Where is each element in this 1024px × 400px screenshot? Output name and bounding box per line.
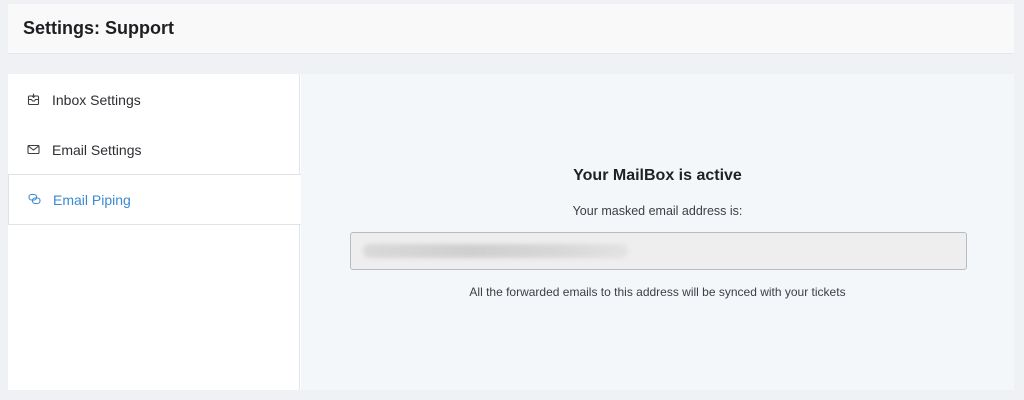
inbox-icon — [27, 93, 40, 106]
chat-bubbles-icon — [28, 193, 41, 206]
masked-email-value — [363, 244, 628, 258]
sync-note: All the forwarded emails to this address… — [469, 285, 846, 299]
sidebar-item-label: Email Piping — [53, 191, 131, 208]
envelope-icon — [27, 143, 40, 156]
sidebar-item-label: Inbox Settings — [52, 91, 141, 108]
sidebar-item-email-settings[interactable]: Email Settings — [8, 124, 300, 175]
settings-sidebar: Inbox Settings Email Settings Email Pipi… — [8, 74, 301, 390]
email-piping-content: Your MailBox is active Your masked email… — [301, 74, 1014, 390]
mailbox-status-title: Your MailBox is active — [573, 167, 742, 184]
settings-panel: Inbox Settings Email Settings Email Pipi… — [8, 74, 1014, 390]
sidebar-item-inbox-settings[interactable]: Inbox Settings — [8, 74, 300, 125]
masked-email-field[interactable] — [350, 232, 967, 270]
masked-address-label: Your masked email address is: — [572, 204, 743, 218]
page-header: Settings: Support — [8, 4, 1014, 54]
page-title: Settings: Support — [23, 18, 174, 38]
sidebar-item-label: Email Settings — [52, 141, 142, 158]
sidebar-item-email-piping[interactable]: Email Piping — [8, 174, 301, 225]
